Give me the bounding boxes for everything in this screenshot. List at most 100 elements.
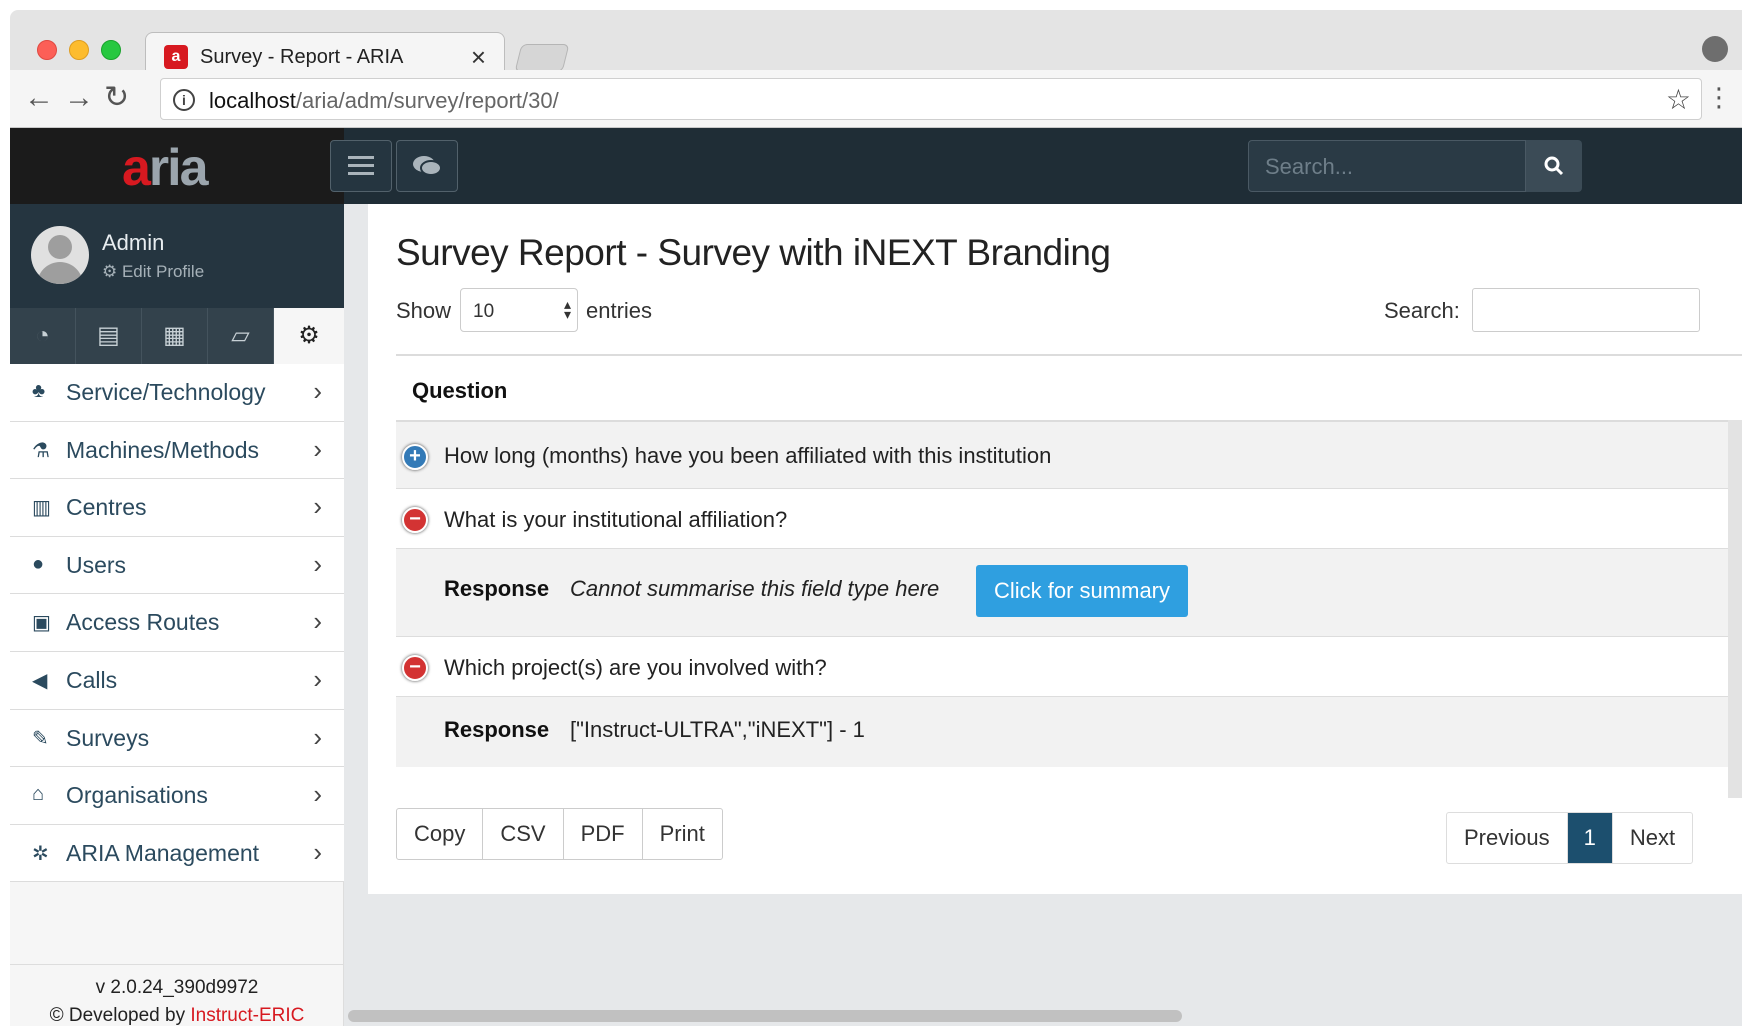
sidebar-item-surveys[interactable]: ✎ Surveys › (10, 709, 344, 768)
table-row[interactable]: − What is your institutional affiliation… (396, 489, 1742, 549)
aria-favicon-icon: a (164, 45, 188, 69)
table-row[interactable]: − Which project(s) are you involved with… (396, 637, 1742, 697)
question-text: What is your institutional affiliation? (444, 507, 788, 532)
table-header: Question (396, 354, 1742, 422)
table-row[interactable]: + How long (months) have you been affili… (396, 422, 1742, 489)
browser-profile-icon[interactable] (1702, 36, 1728, 62)
institution-icon: ⌂ (32, 783, 45, 806)
sidebar-item-label: Access Routes (66, 609, 220, 636)
horizontal-scrollbar[interactable] (348, 1010, 1182, 1022)
response-label: Response (444, 717, 550, 742)
app-search-input[interactable]: Search... (1248, 140, 1526, 192)
dashboard-tab[interactable]: ◔ (10, 308, 76, 364)
pdf-button[interactable]: PDF (564, 809, 643, 859)
hamburger-icon (348, 156, 374, 175)
csv-button[interactable]: CSV (483, 809, 564, 859)
back-arrow-icon[interactable]: ← (24, 80, 54, 116)
user-name: Admin (102, 230, 165, 255)
reload-icon[interactable]: ↻ (104, 80, 129, 116)
sidebar-item-machines-methods[interactable]: ⚗ Machines/Methods › (10, 421, 344, 480)
forward-arrow-icon[interactable]: → (64, 80, 94, 116)
building-icon: ▦ (163, 322, 186, 349)
collapse-minus-icon[interactable]: − (402, 507, 428, 533)
sidebar: Admin ⚙ Edit Profile ◔ ▤ ▦ ▱ ⚙ ♣ Service… (10, 204, 344, 1026)
response-label: Response (444, 576, 550, 601)
sidebar-item-label: Calls (66, 666, 118, 693)
page-title: Survey Report - Survey with iNEXT Brandi… (396, 232, 1111, 273)
users-icon: ● (32, 552, 45, 575)
aria-logo[interactable]: aria (122, 138, 209, 198)
edit-profile-link[interactable]: ⚙ Edit Profile (102, 262, 204, 282)
chevron-right-icon: › (313, 663, 322, 694)
user-panel: Admin ⚙ Edit Profile (10, 204, 344, 308)
building-tab[interactable]: ▦ (142, 308, 208, 364)
chevron-right-icon: › (313, 721, 322, 752)
app-navbar: aria Search... (10, 128, 1742, 204)
tab-title: Survey - Report - ARIA (200, 46, 404, 68)
minimize-window-button[interactable] (69, 40, 89, 60)
dashboard-icon: ◔ (35, 322, 50, 349)
response-row: Response Cannot summarise this field typ… (396, 549, 1742, 637)
chat-button[interactable] (396, 140, 458, 192)
sidebar-item-label: Organisations (66, 782, 208, 809)
maximize-window-button[interactable] (101, 40, 121, 60)
sidebar-item-organisations[interactable]: ⌂ Organisations › (10, 767, 344, 825)
collapse-minus-icon[interactable]: − (402, 655, 428, 681)
select-arrows-icon: ▴ ▾ (563, 296, 571, 322)
book-tab[interactable]: ▱ (208, 308, 274, 364)
app-search-button[interactable] (1526, 140, 1582, 192)
sidebar-toggle-button[interactable] (330, 140, 392, 192)
sidebar-item-label: Surveys (66, 724, 150, 751)
chevron-right-icon: › (313, 376, 322, 406)
browser-toolbar: ← → ↻ i localhost/aria/adm/survey/report… (10, 70, 1742, 128)
sidebar-item-label: Machines/Methods (66, 436, 260, 463)
sidebar-item-label: ARIA Management (66, 839, 260, 866)
instruct-eric-link[interactable]: Instruct-ERIC (190, 1005, 304, 1026)
new-tab-button[interactable] (514, 44, 570, 72)
export-buttons: Copy CSV PDF Print (396, 808, 723, 860)
sidebar-item-service-technology[interactable]: ♣ Service/Technology › (10, 364, 344, 422)
pagination: Previous 1 Next (1446, 812, 1694, 864)
address-bar[interactable]: i localhost/aria/adm/survey/report/30/ ☆ (160, 78, 1702, 120)
expand-plus-icon[interactable]: + (402, 444, 428, 470)
sidebar-item-centres[interactable]: ▥ Centres › (10, 479, 344, 537)
info-icon[interactable]: i (173, 89, 195, 111)
archive-tab[interactable]: ▤ (76, 308, 142, 364)
sidebar-icon-tabs: ◔ ▤ ▦ ▱ ⚙ (10, 308, 344, 364)
flask-icon: ⚗ (32, 439, 50, 462)
sidebar-item-access-routes[interactable]: ▣ Access Routes › (10, 594, 344, 652)
close-window-button[interactable] (37, 40, 57, 60)
sidebar-item-aria-management[interactable]: ✲ ARIA Management › (10, 824, 344, 883)
table-search-input[interactable] (1472, 288, 1700, 332)
browser-menu-icon[interactable]: ⋮ (1706, 82, 1732, 113)
print-button[interactable]: Print (643, 809, 722, 859)
book-icon: ▱ (231, 322, 250, 349)
tab-close-button[interactable]: × (471, 42, 486, 73)
question-text: How long (months) have you been affiliat… (444, 443, 1052, 468)
click-for-summary-button[interactable]: Click for summary (976, 565, 1189, 617)
previous-page-button[interactable]: Previous (1447, 813, 1568, 863)
table-vertical-scrollbar[interactable] (1728, 420, 1742, 798)
avatar (31, 226, 89, 284)
developed-by: © Developed by Instruct-ERIC (49, 1005, 305, 1026)
settings-tab[interactable]: ⚙ (274, 308, 344, 364)
sidebar-item-users[interactable]: ● Users › (10, 536, 344, 595)
bookmark-star-icon[interactable]: ☆ (1666, 83, 1691, 116)
copy-button[interactable]: Copy (397, 809, 484, 859)
brand-area: aria (10, 128, 344, 204)
sidebar-item-calls[interactable]: ◀ Calls › (10, 651, 344, 710)
chevron-right-icon: › (313, 606, 322, 637)
next-page-button[interactable]: Next (1613, 813, 1692, 863)
chevron-right-icon: › (313, 779, 322, 810)
page-1-button[interactable]: 1 (1567, 813, 1613, 863)
archive-icon: ▤ (97, 322, 120, 349)
page-length-select[interactable]: 10 ▴ ▾ (460, 288, 578, 332)
cogs-icon: ✲ (32, 842, 49, 865)
chevron-right-icon: › (313, 836, 322, 867)
money-icon: ▣ (32, 612, 51, 635)
search-icon (1544, 156, 1564, 176)
response-text: Cannot summarise this field type here (570, 576, 940, 601)
chevron-right-icon: › (313, 491, 322, 522)
column-header-question[interactable]: Question (412, 378, 507, 404)
response-row: Response ["Instruct-ULTRA","iNEXT"] - 1 (396, 697, 1742, 767)
